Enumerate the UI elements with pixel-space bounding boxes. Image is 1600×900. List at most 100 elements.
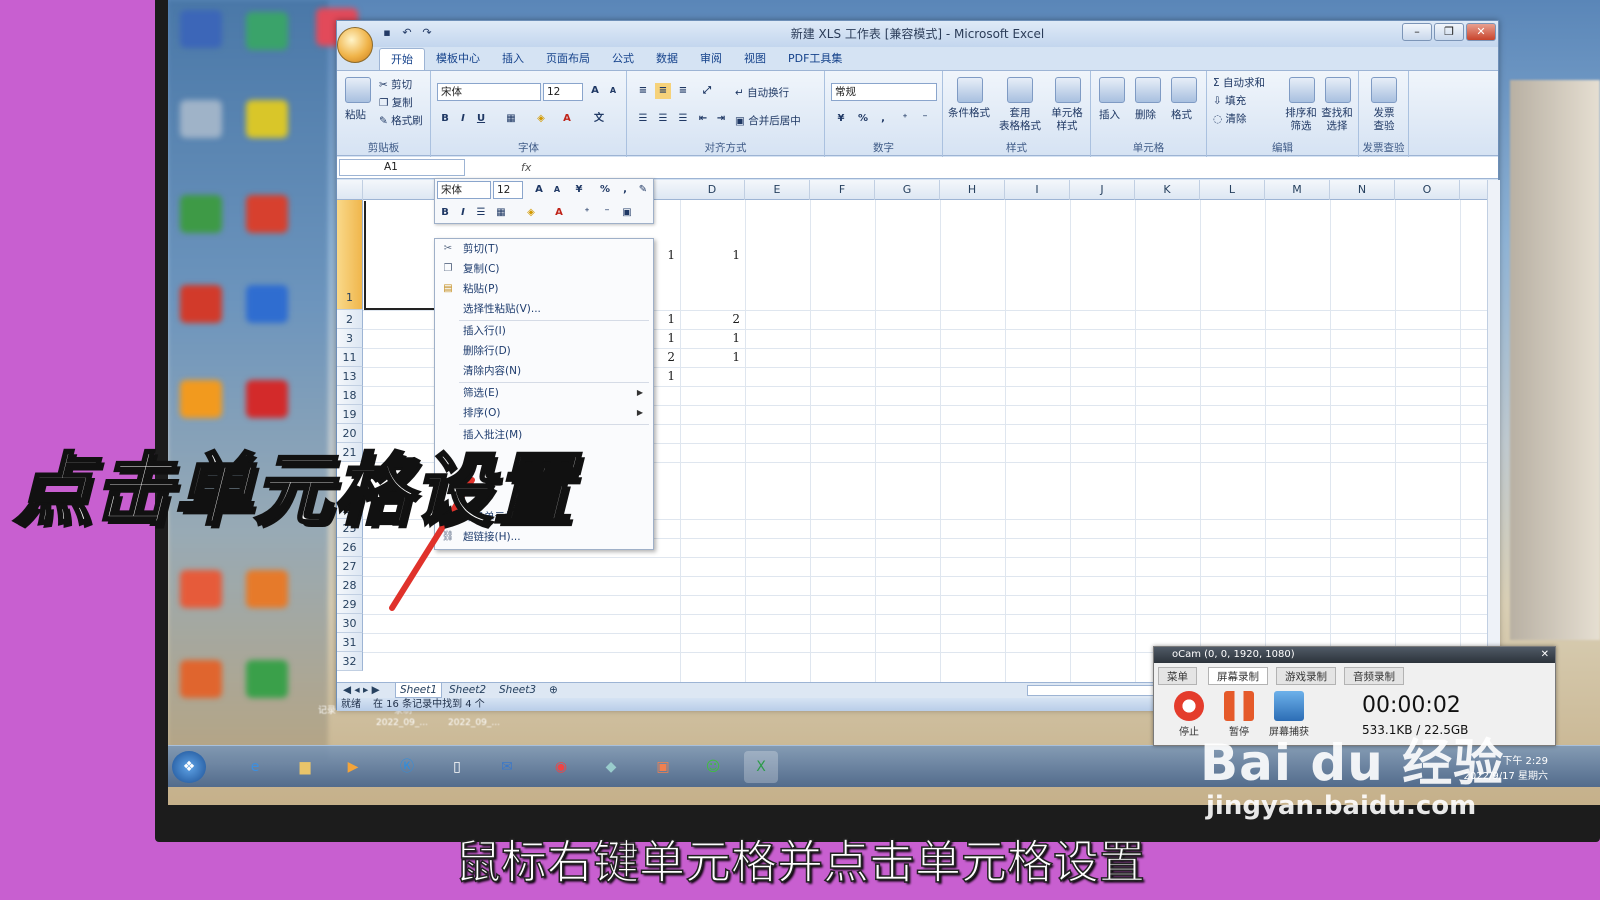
column-header-f[interactable]: F (810, 180, 875, 200)
explorer-icon[interactable]: ▆ (288, 751, 322, 783)
ocam-stop-button[interactable]: 停止 (1168, 691, 1210, 738)
grow-font-icon[interactable]: A (531, 182, 547, 198)
font-color-icon[interactable]: A (559, 111, 575, 127)
redo-icon[interactable]: ↷ (419, 25, 435, 41)
menu-item-delete-row[interactable]: 删除行(D) (435, 341, 653, 361)
align-right-icon[interactable]: ☰ (675, 111, 691, 127)
mini-size-select[interactable]: 12 (493, 181, 523, 199)
row-header[interactable]: 27 (337, 557, 363, 576)
tab-page-layout[interactable]: 页面布局 (535, 48, 601, 70)
app-icon[interactable]: ▣ (646, 751, 680, 783)
minimize-button[interactable]: – (1402, 23, 1432, 41)
sheet-tab-1[interactable]: Sheet1 (395, 683, 443, 698)
row-header[interactable]: 18 (337, 386, 363, 405)
cell-style-icon[interactable] (1055, 77, 1081, 103)
row-header-1[interactable]: 1 (337, 200, 363, 310)
phonetic-icon[interactable]: 文 (591, 111, 607, 127)
wrap-text-button[interactable]: ↵ 自动换行 (735, 85, 789, 100)
paste-button[interactable]: 粘贴 (345, 107, 366, 122)
autosum-button[interactable]: Σ 自动求和 (1213, 75, 1265, 90)
chrome-icon[interactable]: ◉ (544, 751, 578, 783)
border-icon[interactable]: ▦ (503, 111, 519, 127)
sheet-nav-arrows[interactable]: ◀ ◂ ▸ ▶ (339, 683, 384, 698)
align-middle-icon[interactable]: ≡ (655, 83, 671, 99)
menu-item-copy[interactable]: ❐ 复制(C) (435, 259, 653, 279)
merge-center-button[interactable]: ▣ 合并后居中 (735, 113, 801, 128)
tab-home[interactable]: 开始 (379, 48, 425, 70)
increase-decimal-icon[interactable]: ⁺ (579, 205, 595, 221)
close-button[interactable]: ✕ (1466, 23, 1496, 41)
ocam-pause-button[interactable]: 暂停 (1218, 691, 1260, 738)
start-button[interactable]: ❖ (172, 751, 206, 783)
desktop-icon[interactable] (246, 380, 288, 418)
conditional-format-button[interactable]: 条件格式 (947, 107, 991, 120)
tab-data[interactable]: 数据 (645, 48, 689, 70)
align-top-icon[interactable]: ≡ (635, 83, 651, 99)
merge-icon[interactable]: ▣ (619, 205, 635, 221)
column-header-o[interactable]: O (1395, 180, 1460, 200)
desktop-icon[interactable] (246, 285, 288, 323)
find-select-icon[interactable] (1325, 77, 1351, 103)
format-painter-button[interactable]: ✎ 格式刷 (379, 113, 423, 128)
column-header-m[interactable]: M (1265, 180, 1330, 200)
comma-icon[interactable]: , (617, 182, 633, 198)
wechat-icon[interactable]: ☺ (696, 751, 730, 783)
font-size-select[interactable]: 12 (543, 83, 583, 101)
align-left-icon[interactable]: ☰ (635, 111, 651, 127)
save-icon[interactable]: ▪ (379, 25, 395, 41)
row-header[interactable]: 30 (337, 614, 363, 633)
document-icon[interactable]: ▯ (440, 751, 474, 783)
undo-icon[interactable]: ↶ (399, 25, 415, 41)
select-all-corner[interactable] (337, 180, 363, 200)
desktop-icon[interactable] (246, 100, 288, 138)
format-cells-icon[interactable] (1171, 77, 1197, 103)
desktop-icon[interactable] (180, 285, 222, 323)
table-format-icon[interactable] (1007, 77, 1033, 103)
column-header-e[interactable]: E (745, 180, 810, 200)
underline-icon[interactable]: U (473, 111, 489, 127)
row-header[interactable]: 11 (337, 348, 363, 367)
k-app-icon[interactable]: Ⓚ (390, 751, 424, 783)
desktop-icon[interactable] (246, 660, 288, 698)
menu-item-paste-special[interactable]: 选择性粘贴(V)... (435, 299, 653, 319)
font-name-select[interactable]: 宋体 (437, 83, 541, 101)
increase-decimal-icon[interactable]: ⁺ (897, 111, 913, 127)
media-player-icon[interactable]: ▶ (336, 751, 370, 783)
conditional-format-icon[interactable] (957, 77, 983, 103)
column-header-k[interactable]: K (1135, 180, 1200, 200)
tab-review[interactable]: 审阅 (689, 48, 733, 70)
copy-button[interactable]: ❐ 复制 (379, 95, 413, 110)
tab-formulas[interactable]: 公式 (601, 48, 645, 70)
column-header-h[interactable]: H (940, 180, 1005, 200)
ocam-tab-screen-record[interactable]: 屏幕录制 (1208, 667, 1268, 685)
menu-item-cut[interactable]: ✂ 剪切(T) (435, 239, 653, 259)
menu-item-sort[interactable]: 排序(O) ▶ (435, 403, 653, 423)
new-sheet-icon[interactable]: ⊕ (545, 683, 562, 698)
desktop-icon[interactable] (180, 380, 222, 418)
selected-cell-a1[interactable] (364, 201, 436, 310)
decrease-decimal-icon[interactable]: ⁻ (917, 111, 933, 127)
row-header[interactable]: 32 (337, 652, 363, 671)
increase-indent-icon[interactable]: ⇥ (713, 111, 729, 127)
bold-icon[interactable]: B (437, 111, 453, 127)
delete-cells-icon[interactable] (1135, 77, 1161, 103)
clear-button[interactable]: ◌ 清除 (1213, 111, 1247, 126)
name-box[interactable]: A1 (339, 159, 465, 176)
align-center-icon[interactable]: ☰ (655, 111, 671, 127)
bold-icon[interactable]: B (437, 205, 453, 221)
row-header[interactable]: 3 (337, 329, 363, 348)
delete-cells-button[interactable]: 删除 (1135, 107, 1156, 122)
row-header[interactable]: 2 (337, 310, 363, 329)
cell-d1[interactable]: 1 (680, 248, 740, 262)
desktop-icon[interactable] (246, 195, 288, 233)
mail-icon[interactable]: ✉ (490, 751, 524, 783)
ocam-close-icon[interactable]: ✕ (1541, 647, 1549, 663)
cut-button[interactable]: ✂ 剪切 (379, 77, 412, 92)
currency-icon[interactable]: ¥ (833, 111, 849, 127)
row-header[interactable]: 31 (337, 633, 363, 652)
grow-font-icon[interactable]: A (587, 83, 603, 99)
italic-icon[interactable]: I (455, 111, 471, 127)
format-painter-icon[interactable]: ✎ (635, 182, 651, 198)
column-header-g[interactable]: G (875, 180, 940, 200)
row-header[interactable]: 28 (337, 576, 363, 595)
